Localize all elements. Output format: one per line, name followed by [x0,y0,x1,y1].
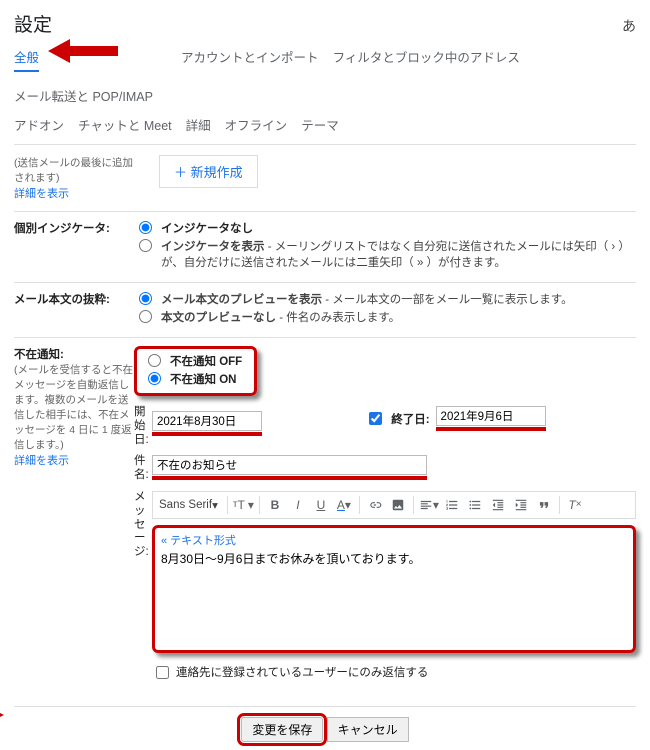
tab-chat-meet[interactable]: チャットと Meet [78,115,172,138]
annotation-highlight-vacation-toggle: 不在通知 OFF 不在通知 ON [134,346,257,396]
indicator-label: 個別インジケータ: [14,223,110,235]
contacts-only-label: 連絡先に登録されているユーザーにのみ返信する [176,664,428,680]
tab-filters-blocked[interactable]: フィルタとブロック中のアドレス [333,47,520,72]
vacation-off-label: 不在通知 OFF [170,353,242,369]
snippet-show-desc: - メール本文の一部をメール一覧に表示します。 [322,294,573,306]
indicator-show-radio[interactable] [139,239,152,252]
vacation-on-label: 不在通知 ON [170,371,236,387]
align-icon[interactable]: ▾ [419,495,439,515]
tab-accounts-import[interactable]: アカウントとインポート [181,47,319,72]
cancel-button[interactable]: キャンセル [327,717,409,742]
italic-button[interactable]: I [288,495,308,515]
vacation-end-label: 終了日: [391,411,429,427]
quote-icon[interactable] [534,495,554,515]
settings-tabs: 全般 ラベル 受信トレイ アカウントとインポート フィルタとブロック中のアドレス… [14,47,636,145]
tab-addons[interactable]: アドオン [14,115,64,138]
indicator-none-radio[interactable] [139,221,152,234]
font-family-select[interactable]: Sans Serif ▾ [159,495,222,515]
indicator-none-label: インジケータなし [161,223,253,235]
snippet-label: メール本文の抜粋: [14,294,110,306]
vacation-label: 不在通知: [14,349,64,361]
tab-general[interactable]: 全般 [14,47,39,72]
page-title: 設定 [14,10,52,37]
indicator-show-label: インジケータを表示 [161,241,265,253]
snippet-show-radio[interactable] [139,292,152,305]
annotation-arrow-save [0,705,4,725]
tab-offline[interactable]: オフライン [225,115,288,138]
link-icon[interactable] [365,495,385,515]
indent-less-icon[interactable] [488,495,508,515]
indent-more-icon[interactable] [511,495,531,515]
tab-themes[interactable]: テーマ [301,115,339,138]
remove-format-icon[interactable]: T× [565,495,585,515]
snippet-show-label: メール本文のプレビューを表示 [161,294,322,306]
vacation-start-input[interactable] [152,411,262,431]
bulleted-list-icon[interactable] [465,495,485,515]
snippet-hide-desc: - 件名のみ表示します。 [276,312,400,324]
text-color-button[interactable]: A ▾ [334,495,354,515]
font-size-button[interactable]: тT ▾ [233,495,254,515]
tab-pop-imap[interactable]: メール転送と POP/IMAP [14,86,153,109]
vacation-on-radio[interactable] [148,372,161,385]
vacation-start-label: 開始日: [134,406,152,447]
vacation-subject-input[interactable] [152,455,427,475]
footer-buttons: 変更を保存 キャンセル [14,706,636,742]
vacation-end-input[interactable] [436,406,546,426]
new-signature-button[interactable]: ＋ 新規作成 [159,155,258,188]
annotation-highlight-message-body: « テキスト形式 8月30日〜9月6日までお休みを頂いております。 [152,525,636,653]
numbered-list-icon[interactable] [442,495,462,515]
bold-button[interactable]: B [265,495,285,515]
signature-detail-link[interactable]: 詳細を表示 [14,188,69,200]
vacation-end-enable-checkbox[interactable] [369,412,382,425]
signature-hint: (送信メールの最後に追加されます) [14,155,134,185]
chevron-down-icon: ▾ [212,498,218,512]
ime-indicator: あ [622,16,636,36]
vacation-message-body[interactable]: 8月30日〜9月6日までお休みを頂いております。 [159,548,629,643]
vacation-detail-link[interactable]: 詳細を表示 [14,455,69,467]
contacts-only-checkbox[interactable] [156,666,169,679]
image-icon[interactable] [388,495,408,515]
plain-text-link[interactable]: « テキスト形式 [161,535,236,547]
tab-advanced[interactable]: 詳細 [186,115,211,138]
editor-toolbar: Sans Serif ▾ тT ▾ B I U A ▾ [152,491,636,519]
snippet-hide-label: 本文のプレビューなし [161,312,276,324]
save-changes-button[interactable]: 変更を保存 [241,717,323,742]
vacation-hint: (メールを受信すると不在メッセージを自動返信します。複数のメールを送信した相手に… [14,362,134,452]
underline-button[interactable]: U [311,495,331,515]
vacation-message-label: メッセージ: [134,491,152,560]
vacation-off-radio[interactable] [148,354,161,367]
snippet-hide-radio[interactable] [139,310,152,323]
vacation-subject-label: 件名: [134,455,152,483]
